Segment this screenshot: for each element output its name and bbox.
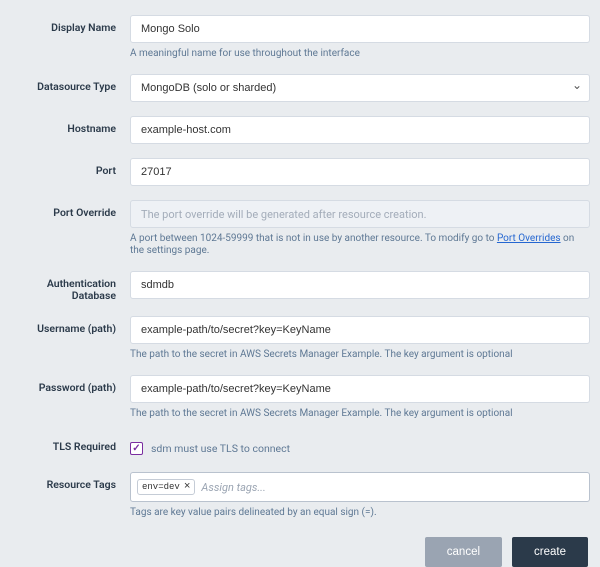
- display-name-input[interactable]: [130, 15, 590, 43]
- port-override-input: The port override will be generated afte…: [130, 200, 590, 228]
- port-label: Port: [10, 158, 130, 177]
- hostname-label: Hostname: [10, 116, 130, 135]
- datasource-type-select[interactable]: MongoDB (solo or sharded): [130, 74, 590, 102]
- port-override-label: Port Override: [10, 200, 130, 219]
- tags-helper: Tags are key value pairs delineated by a…: [130, 507, 590, 519]
- username-label: Username (path): [10, 316, 130, 335]
- cancel-button[interactable]: cancel: [425, 537, 502, 567]
- tags-placeholder: Assign tags...: [201, 481, 265, 494]
- tls-checkbox[interactable]: ✓: [130, 442, 143, 455]
- datasource-type-label: Datasource Type: [10, 74, 130, 93]
- tag-chip[interactable]: env=dev ×: [137, 479, 195, 495]
- tag-chip-text: env=dev: [142, 482, 180, 492]
- tls-label: TLS Required: [10, 434, 130, 453]
- create-button[interactable]: create: [512, 537, 588, 567]
- display-name-label: Display Name: [10, 15, 130, 34]
- remove-tag-icon[interactable]: ×: [184, 481, 191, 493]
- username-helper: The path to the secret in AWS Secrets Ma…: [130, 349, 590, 361]
- tls-check-label: sdm must use TLS to connect: [151, 442, 290, 455]
- auth-db-input[interactable]: [130, 271, 590, 299]
- hostname-input[interactable]: [130, 116, 590, 144]
- tags-input[interactable]: env=dev × Assign tags...: [130, 472, 590, 502]
- password-label: Password (path): [10, 375, 130, 394]
- tags-label: Resource Tags: [10, 472, 130, 491]
- auth-db-label: Authentication Database: [10, 271, 130, 302]
- username-input[interactable]: [130, 316, 590, 344]
- port-override-helper: A port between 1024-59999 that is not in…: [130, 233, 590, 257]
- display-name-helper: A meaningful name for use throughout the…: [130, 48, 590, 60]
- port-input[interactable]: [130, 158, 590, 186]
- password-input[interactable]: [130, 375, 590, 403]
- port-overrides-link[interactable]: Port Overrides: [497, 233, 561, 244]
- password-helper: The path to the secret in AWS Secrets Ma…: [130, 408, 590, 420]
